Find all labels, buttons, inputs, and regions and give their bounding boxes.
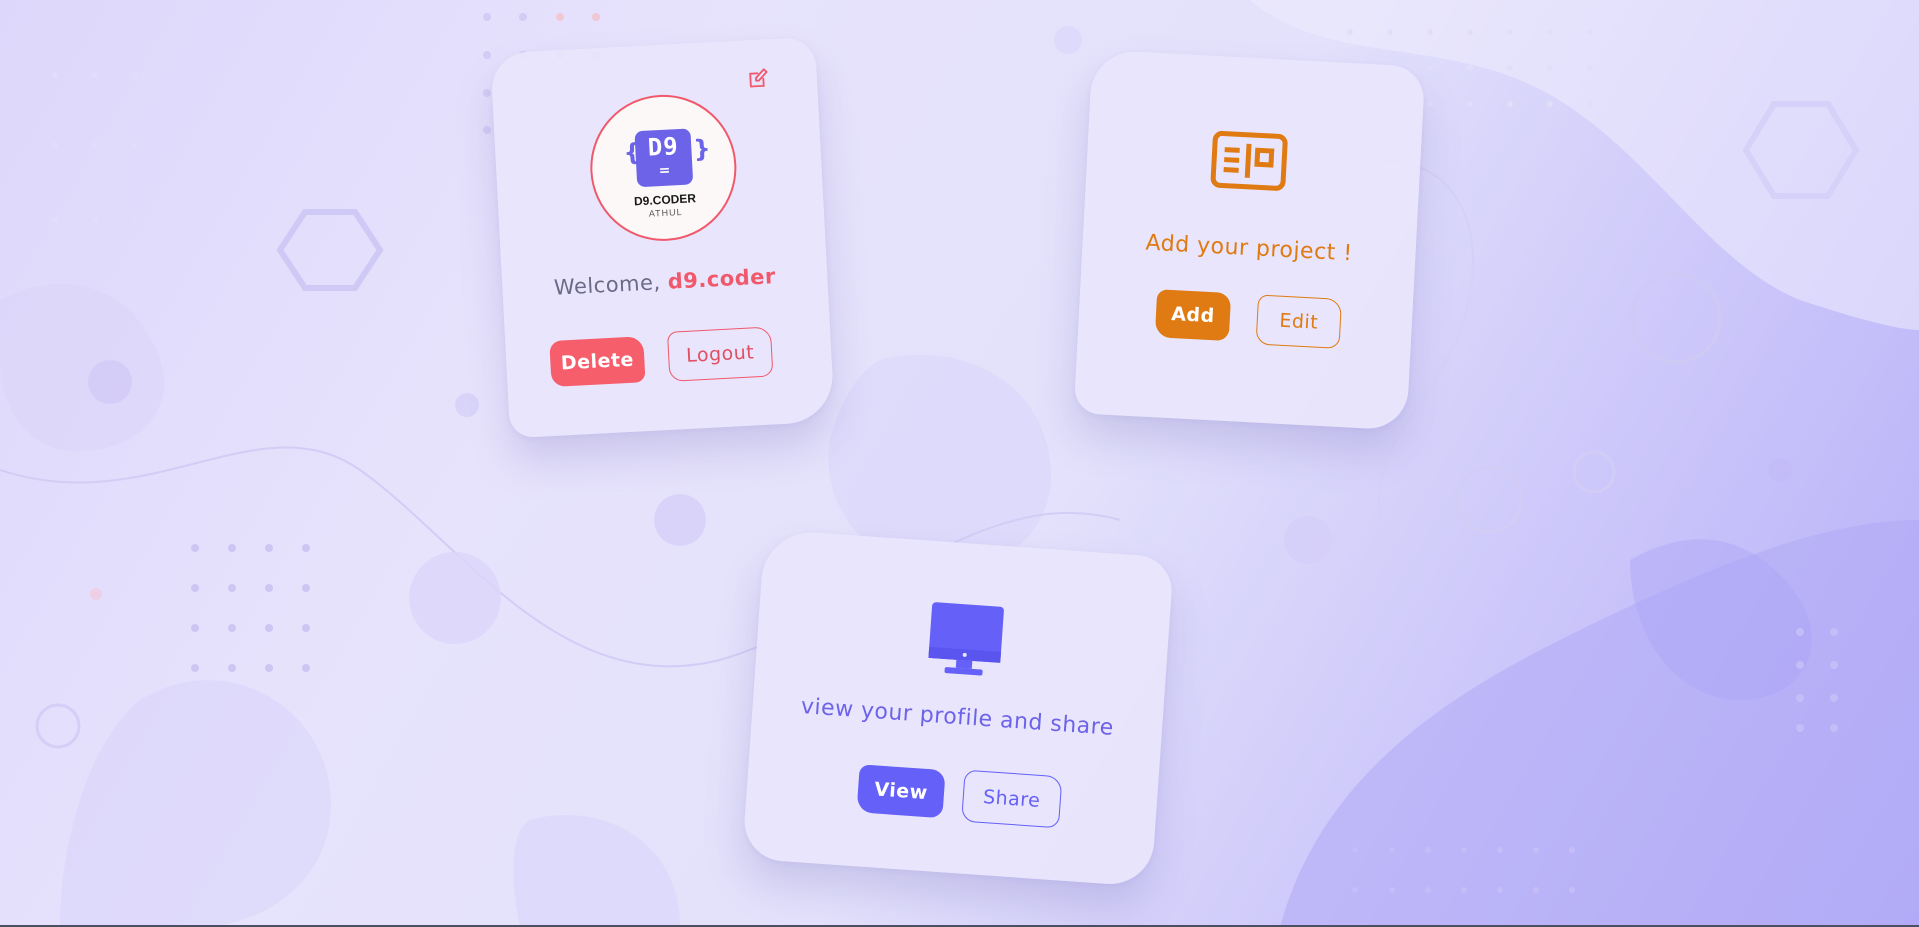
share-title: view your profile and share (800, 694, 1115, 741)
welcome-prefix: Welcome, (553, 270, 662, 300)
profile-card: { } D9 = D9.CODER ATHUL Welcome, d9.code… (490, 36, 835, 439)
username: d9.coder (667, 264, 777, 294)
right-brace-icon: } (692, 134, 712, 164)
monitor-icon (928, 602, 1004, 676)
avatar: { } D9 = D9.CODER ATHUL (586, 91, 741, 245)
logo-text: D9 (647, 132, 680, 162)
logo-equals-icon: = (658, 162, 671, 180)
logout-button[interactable]: Logout (666, 326, 774, 382)
logo-chip: D9 = (634, 128, 694, 188)
delete-button[interactable]: Delete (549, 336, 646, 388)
edit-icon[interactable] (746, 67, 769, 90)
project-title: Add your project ! (1144, 230, 1354, 267)
share-card: view your profile and share View Share (741, 529, 1175, 887)
view-button[interactable]: View (856, 764, 946, 819)
add-button[interactable]: Add (1154, 289, 1232, 342)
project-card: Add your project ! Add Edit (1073, 49, 1426, 431)
welcome-message: Welcome, d9.coder (502, 261, 828, 302)
project-card-icon (1210, 130, 1288, 191)
share-button[interactable]: Share (961, 769, 1063, 829)
edit-button[interactable]: Edit (1255, 294, 1343, 349)
